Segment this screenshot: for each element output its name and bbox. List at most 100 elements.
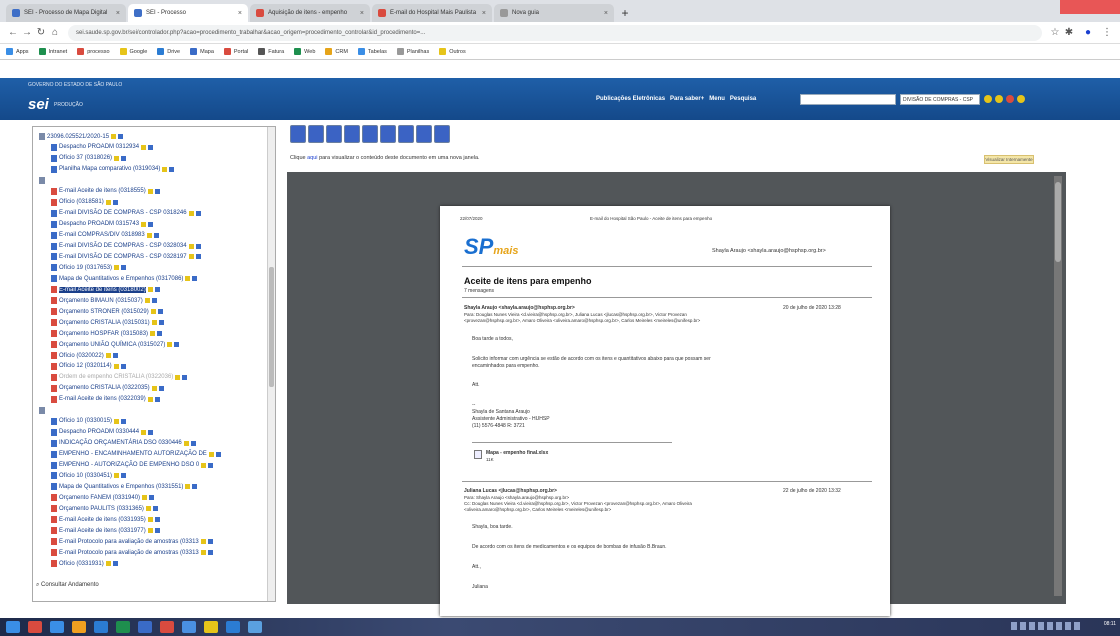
tree-node[interactable]: Ofício (0331931): [51, 560, 118, 568]
node-action-icon[interactable]: [175, 374, 181, 380]
taskbar-app-icon[interactable]: [72, 621, 86, 633]
node-action-icon[interactable]: [113, 363, 119, 369]
node-action-icon[interactable]: [111, 134, 117, 139]
close-tab-icon[interactable]: ×: [116, 10, 120, 17]
node-action-icon[interactable]: [147, 287, 153, 293]
mail-icon[interactable]: [398, 125, 414, 143]
tree-node[interactable]: Ordem de empenho CRISTALIA (0322036): [51, 373, 188, 381]
tray-icon[interactable]: [1029, 622, 1035, 630]
bookmark-item[interactable]: Apps: [6, 48, 29, 55]
node-action-icon[interactable]: [153, 232, 159, 238]
tree-node[interactable]: E-mail DIVISÃO DE COMPRAS - CSP 0328197: [51, 253, 201, 261]
node-action-icon[interactable]: [158, 385, 164, 391]
tree-node[interactable]: Ofício (0318581): [51, 198, 118, 206]
top-menu-item[interactable]: Pesquisa: [730, 96, 756, 102]
taskbar-app-icon[interactable]: [116, 621, 130, 633]
bookmark-item[interactable]: Tabelas: [357, 48, 387, 55]
node-action-icon[interactable]: [162, 166, 168, 172]
window-controls[interactable]: [1060, 0, 1120, 14]
node-action-icon[interactable]: [151, 298, 157, 304]
node-action-icon[interactable]: [121, 418, 127, 424]
taskbar-app-icon[interactable]: [28, 621, 42, 633]
taskbar-app-icon[interactable]: [6, 621, 20, 633]
close-tab-icon[interactable]: ×: [482, 10, 486, 17]
info-icon[interactable]: [308, 125, 324, 143]
tree-node[interactable]: E-mail Protocolo para avaliação de amost…: [51, 549, 213, 557]
bookmark-item[interactable]: CRM: [325, 48, 348, 55]
star-icon[interactable]: ☆: [1048, 27, 1062, 38]
bookmark-item[interactable]: Web: [294, 48, 315, 55]
tree-node[interactable]: Ofício 19 (0317653): [51, 264, 127, 272]
close-tab-icon[interactable]: ×: [238, 10, 242, 17]
bookmark-item[interactable]: processo: [77, 48, 110, 55]
browser-tab[interactable]: SEI - Processo de Mapa Digital ×: [6, 4, 126, 22]
tray-icon[interactable]: [1020, 622, 1026, 630]
tree-node[interactable]: E-mail Aceite de itens (0331977): [51, 527, 160, 535]
visualizar-button[interactable]: Visualizar Internamente: [984, 155, 1034, 164]
node-action-icon[interactable]: [192, 276, 198, 282]
tree-node[interactable]: EMPENHO - ENCAMINHAMENTO AUTORIZAÇÃO DE: [51, 450, 221, 458]
tree-node[interactable]: Orçamento FANEM (0331940): [51, 494, 155, 502]
bookmark-item[interactable]: Intranet: [38, 48, 67, 55]
back-icon[interactable]: ←: [6, 27, 20, 38]
tree-node[interactable]: E-mail DIVISÃO DE COMPRAS - CSP 0328034: [51, 242, 201, 250]
bookmark-item[interactable]: Planilhas: [396, 48, 429, 55]
view-icon[interactable]: [326, 125, 342, 143]
tree-node[interactable]: Orçamento CRISTALIA (0315031): [51, 319, 164, 327]
tray-icon[interactable]: [1056, 622, 1062, 630]
taskbar-app-icon[interactable]: [204, 621, 218, 633]
tree-node[interactable]: Ofício 12 (0320114): [51, 362, 126, 370]
tree-node[interactable]: 23096.025521/2020-15: [39, 133, 124, 140]
node-action-icon[interactable]: [208, 462, 214, 468]
node-action-icon[interactable]: [114, 473, 120, 479]
node-action-icon[interactable]: [192, 484, 198, 490]
node-action-icon[interactable]: [147, 396, 153, 402]
node-action-icon[interactable]: [148, 429, 154, 435]
header-action-icon[interactable]: [1017, 95, 1025, 103]
reload-icon[interactable]: ↻: [34, 27, 48, 38]
node-action-icon[interactable]: [158, 320, 164, 326]
node-action-icon[interactable]: [215, 451, 221, 457]
taskbar-app-icon[interactable]: [94, 621, 108, 633]
tree-node[interactable]: Ofício 10 (0330015): [51, 417, 127, 425]
node-action-icon[interactable]: [112, 199, 118, 205]
node-action-icon[interactable]: [188, 243, 194, 249]
taskbar-app-icon[interactable]: [160, 621, 174, 633]
node-action-icon[interactable]: [200, 550, 206, 556]
node-action-icon[interactable]: [167, 342, 173, 348]
node-action-icon[interactable]: [157, 331, 163, 337]
tree-node[interactable]: Ofício 10 (0330451): [51, 472, 127, 480]
home-icon[interactable]: ⌂: [48, 27, 62, 38]
node-action-icon[interactable]: [151, 385, 157, 391]
node-action-icon[interactable]: [201, 462, 207, 468]
node-action-icon[interactable]: [147, 528, 153, 534]
node-action-icon[interactable]: [188, 254, 194, 260]
folder-icon[interactable]: [380, 125, 396, 143]
node-action-icon[interactable]: [121, 473, 127, 479]
bookmark-item[interactable]: Fatura: [258, 48, 284, 55]
node-action-icon[interactable]: [105, 199, 111, 205]
header-action-icon[interactable]: [995, 95, 1003, 103]
node-action-icon[interactable]: [141, 429, 147, 435]
node-action-icon[interactable]: [144, 298, 150, 304]
browser-tab[interactable]: Aquisição de itens - empenho ×: [250, 4, 370, 22]
taskbar-app-icon[interactable]: [138, 621, 152, 633]
node-action-icon[interactable]: [147, 517, 153, 523]
tray-icon[interactable]: [1074, 622, 1080, 630]
node-action-icon[interactable]: [105, 353, 111, 358]
tray-icon[interactable]: [1065, 622, 1071, 630]
node-action-icon[interactable]: [188, 210, 194, 216]
node-action-icon[interactable]: [120, 363, 126, 369]
taskbar-app-icon[interactable]: [182, 621, 196, 633]
forward-icon[interactable]: →: [20, 27, 34, 38]
node-action-icon[interactable]: [121, 265, 127, 271]
top-menu-item[interactable]: Para saber+: [670, 96, 704, 102]
tree-node[interactable]: Despacho PROADM 0312934: [51, 143, 154, 151]
node-action-icon[interactable]: [114, 155, 120, 161]
viewer-scroll-thumb[interactable]: [1055, 182, 1061, 262]
node-action-icon[interactable]: [148, 221, 154, 227]
node-action-icon[interactable]: [195, 254, 201, 260]
top-menu-item[interactable]: Publicações Eletrônicas: [596, 96, 665, 102]
tree-scroll-thumb[interactable]: [269, 267, 274, 387]
viewer-scrollbar[interactable]: [1054, 176, 1062, 596]
